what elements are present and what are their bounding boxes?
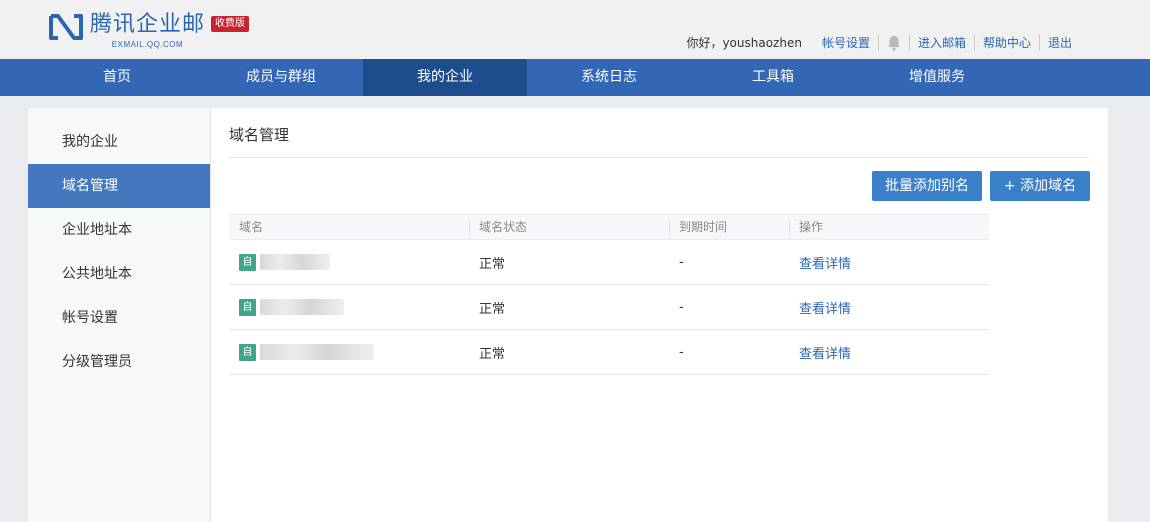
status-cell: 正常 bbox=[479, 256, 506, 272]
expiry-cell: - bbox=[679, 344, 684, 360]
self-domain-tag: 自 bbox=[239, 253, 256, 271]
add-domain-button[interactable]: + 添加域名 bbox=[990, 171, 1090, 201]
column-header-expiry: 到期时间 bbox=[669, 215, 789, 239]
column-header-status: 域名状态 bbox=[469, 215, 669, 239]
divider bbox=[229, 157, 1089, 158]
nav-item-members-groups[interactable]: 成员与群组 bbox=[199, 59, 363, 96]
edition-badge: 收费版 bbox=[211, 16, 250, 32]
expiry-cell: - bbox=[679, 254, 684, 270]
brand-name: 腾讯企业邮 bbox=[90, 12, 206, 37]
brand-domain: EXMAIL.QQ.COM bbox=[111, 40, 184, 49]
sidebar-item-enterprise-address-book[interactable]: 企业地址本 bbox=[28, 208, 210, 252]
nav-item-toolbox[interactable]: 工具箱 bbox=[691, 59, 855, 96]
sidebar-item-domain-management[interactable]: 域名管理 bbox=[28, 164, 210, 208]
nav-item-my-enterprise[interactable]: 我的企业 bbox=[363, 59, 527, 96]
bell-icon bbox=[887, 35, 900, 51]
bulk-add-alias-button[interactable]: 批量添加别名 bbox=[872, 171, 982, 201]
domain-cell: 自 bbox=[229, 298, 469, 316]
view-details-link[interactable]: 查看详情 bbox=[789, 343, 989, 362]
column-header-action: 操作 bbox=[789, 215, 989, 239]
redacted-domain bbox=[260, 344, 374, 360]
sidebar: 我的企业 域名管理 企业地址本 公共地址本 帐号设置 分级管理员 bbox=[28, 108, 211, 522]
status-cell: 正常 bbox=[479, 346, 506, 362]
greeting-text: 你好，youshaozhen bbox=[686, 36, 802, 50]
top-links: 你好，youshaozhen 帐号设置 进入邮箱 帮助中心 退出 bbox=[686, 34, 1080, 51]
nav-item-system-log[interactable]: 系统日志 bbox=[527, 59, 691, 96]
table-row: 自 正常 - 查看详情 bbox=[229, 240, 989, 285]
self-domain-tag: 自 bbox=[239, 298, 256, 316]
content-area: 域名管理 批量添加别名 + 添加域名 域名 域名状态 到期时间 操作 自 正常 … bbox=[229, 108, 1090, 522]
redacted-domain bbox=[260, 299, 344, 315]
logout-link[interactable]: 退出 bbox=[1040, 34, 1080, 51]
table-header: 域名 域名状态 到期时间 操作 bbox=[229, 214, 989, 240]
enter-mailbox-link[interactable]: 进入邮箱 bbox=[910, 34, 974, 51]
domain-cell: 自 bbox=[229, 343, 469, 361]
status-cell: 正常 bbox=[479, 301, 506, 317]
nav-item-home[interactable]: 首页 bbox=[35, 59, 199, 96]
self-domain-tag: 自 bbox=[239, 343, 256, 361]
table-row: 自 正常 - 查看详情 bbox=[229, 285, 989, 330]
main-nav: 首页 成员与群组 我的企业 系统日志 工具箱 增值服务 bbox=[0, 59, 1150, 96]
sidebar-item-my-enterprise[interactable]: 我的企业 bbox=[28, 120, 210, 164]
header: 腾讯企业邮 EXMAIL.QQ.COM 收费版 你好，youshaozhen 帐… bbox=[0, 0, 1150, 59]
sidebar-item-public-address-book[interactable]: 公共地址本 bbox=[28, 252, 210, 296]
domain-table: 域名 域名状态 到期时间 操作 自 正常 - 查看详情 自 正常 - 查看详情 … bbox=[229, 214, 989, 375]
tencent-exmail-logo-icon bbox=[49, 14, 83, 40]
notification-button[interactable] bbox=[879, 35, 909, 51]
nav-item-value-added[interactable]: 增值服务 bbox=[855, 59, 1019, 96]
page-title: 域名管理 bbox=[229, 126, 290, 144]
sidebar-item-sub-admins[interactable]: 分级管理员 bbox=[28, 340, 210, 384]
sidebar-item-account-settings[interactable]: 帐号设置 bbox=[28, 296, 210, 340]
redacted-domain bbox=[260, 254, 330, 270]
view-details-link[interactable]: 查看详情 bbox=[789, 253, 989, 272]
table-row: 自 正常 - 查看详情 bbox=[229, 330, 989, 375]
view-details-link[interactable]: 查看详情 bbox=[789, 298, 989, 317]
main-panel: 我的企业 域名管理 企业地址本 公共地址本 帐号设置 分级管理员 域名管理 批量… bbox=[28, 108, 1108, 522]
expiry-cell: - bbox=[679, 299, 684, 315]
help-center-link[interactable]: 帮助中心 bbox=[975, 34, 1039, 51]
account-settings-link[interactable]: 帐号设置 bbox=[814, 34, 878, 51]
domain-cell: 自 bbox=[229, 253, 469, 271]
brand-logo[interactable]: 腾讯企业邮 EXMAIL.QQ.COM 收费版 bbox=[48, 12, 250, 52]
column-header-domain: 域名 bbox=[239, 220, 264, 234]
